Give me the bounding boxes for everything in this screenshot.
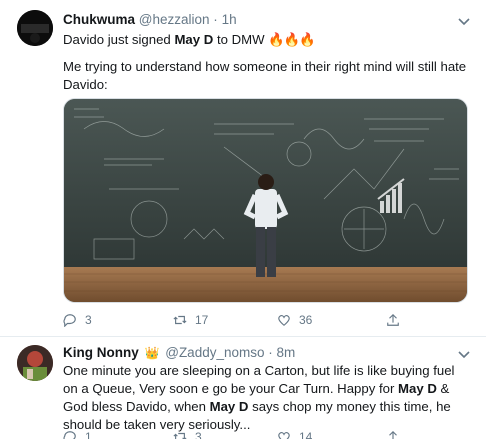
tweet-media-image[interactable] — [63, 98, 468, 303]
tweet-header: Chukwuma @hezzalion · 1h — [63, 12, 237, 30]
share-button[interactable] — [386, 311, 408, 329]
retweet-button[interactable]: 17 — [173, 311, 208, 329]
timestamp[interactable]: 1h — [222, 12, 237, 27]
like-count: 14 — [299, 430, 313, 439]
like-button[interactable]: 14 — [277, 428, 312, 439]
reply-count: 1 — [85, 430, 92, 439]
share-icon — [389, 430, 397, 439]
tweet-text-line-2: Me trying to understand how someone in t… — [63, 59, 467, 92]
like-count: 36 — [299, 313, 313, 327]
tweet-actions: 1 3 14 — [63, 428, 443, 439]
reply-icon — [63, 314, 76, 327]
display-name[interactable]: King Nonny — [63, 345, 139, 360]
retweet-icon — [173, 315, 187, 325]
reply-icon — [63, 431, 76, 439]
separator-dot: · — [268, 345, 273, 360]
mention-bold: May D — [398, 381, 437, 396]
tweet-header: King Nonny 👑 @Zaddy_nomso · 8m — [63, 345, 295, 363]
fire-emoji-icon: 🔥🔥🔥 — [268, 32, 315, 47]
user-handle[interactable]: @hezzalion — [139, 12, 210, 27]
separator-dot: · — [213, 12, 218, 27]
crown-emoji-icon: 👑 — [144, 346, 160, 360]
tweet-actions: 3 17 36 — [63, 311, 443, 331]
heart-icon — [278, 431, 290, 439]
tweet-2[interactable]: King Nonny 👑 @Zaddy_nomso · 8m One minut… — [0, 337, 486, 439]
reply-button[interactable]: 1 — [63, 428, 92, 439]
user-handle[interactable]: @Zaddy_nomso — [165, 345, 264, 360]
retweet-count: 3 — [195, 430, 202, 439]
tweet-text: One minute you are sleeping on a Carton,… — [63, 363, 455, 432]
like-button[interactable]: 36 — [277, 311, 312, 329]
retweet-icon — [173, 432, 187, 439]
retweet-count: 17 — [195, 313, 209, 327]
tweet-1[interactable]: Chukwuma @hezzalion · 1h Davido just sig… — [0, 0, 486, 337]
tweet-text-line-1: Davido just signed May D to DMW 🔥🔥🔥 — [63, 32, 316, 47]
heart-icon — [278, 314, 290, 326]
share-button[interactable] — [386, 428, 408, 439]
chevron-down-icon[interactable] — [458, 347, 470, 362]
chevron-down-icon[interactable] — [458, 14, 470, 29]
avatar[interactable] — [17, 10, 53, 46]
share-icon — [387, 313, 399, 326]
mention-bold: May D — [174, 32, 214, 47]
avatar[interactable] — [17, 345, 53, 381]
reply-button[interactable]: 3 — [63, 311, 92, 329]
timestamp[interactable]: 8m — [277, 345, 296, 360]
mention-bold: May D — [209, 399, 249, 414]
retweet-button[interactable]: 3 — [173, 428, 202, 439]
reply-count: 3 — [85, 313, 92, 327]
display-name[interactable]: Chukwuma — [63, 12, 135, 27]
